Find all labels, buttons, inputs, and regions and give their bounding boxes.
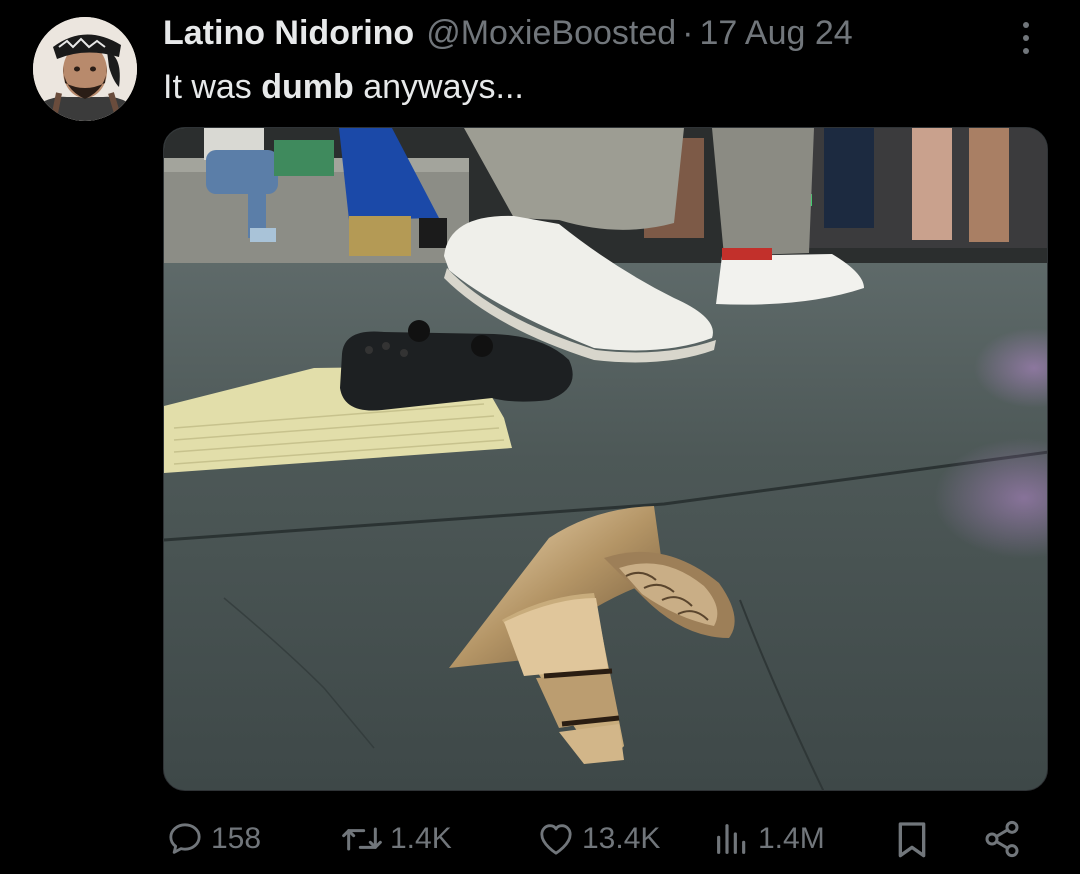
photo-image bbox=[164, 128, 1047, 790]
post-header: Latino Nidorino @MoxieBoosted · 17 Aug 2… bbox=[163, 14, 853, 54]
repost-count: 1.4K bbox=[390, 822, 452, 855]
separator-dot: · bbox=[682, 14, 694, 52]
post-text-end: anyways... bbox=[353, 68, 524, 106]
share-button[interactable] bbox=[982, 819, 1022, 859]
reply-count: 158 bbox=[211, 822, 262, 855]
repost-icon bbox=[342, 827, 382, 851]
post-text-bold: dumb bbox=[261, 68, 354, 106]
more-options-icon[interactable] bbox=[1014, 18, 1038, 58]
author-handle[interactable]: @MoxieBoosted bbox=[426, 14, 676, 53]
author-name[interactable]: Latino Nidorino bbox=[163, 14, 414, 53]
like-count: 13.4K bbox=[582, 822, 661, 855]
views-icon bbox=[717, 824, 746, 854]
avatar[interactable] bbox=[33, 17, 137, 121]
views-button[interactable]: 1.4M bbox=[712, 819, 825, 859]
avatar-image bbox=[33, 17, 137, 121]
post-text: It was dumb anyways... bbox=[163, 68, 524, 107]
action-bar: 158 1.4K 13.4K 1.4M bbox=[0, 800, 1080, 874]
heart-icon bbox=[540, 824, 572, 855]
like-button[interactable]: 13.4K bbox=[536, 819, 660, 859]
post-text-start: It was bbox=[163, 68, 262, 106]
repost-button[interactable]: 1.4K bbox=[340, 819, 452, 859]
reply-button[interactable]: 158 bbox=[165, 819, 261, 859]
post-media[interactable] bbox=[163, 127, 1048, 791]
bookmark-icon bbox=[898, 822, 926, 858]
share-icon bbox=[985, 820, 1019, 858]
bookmark-button[interactable] bbox=[894, 819, 930, 859]
views-count: 1.4M bbox=[758, 822, 825, 855]
reply-icon bbox=[169, 823, 201, 854]
post-date[interactable]: 17 Aug 24 bbox=[700, 14, 853, 53]
